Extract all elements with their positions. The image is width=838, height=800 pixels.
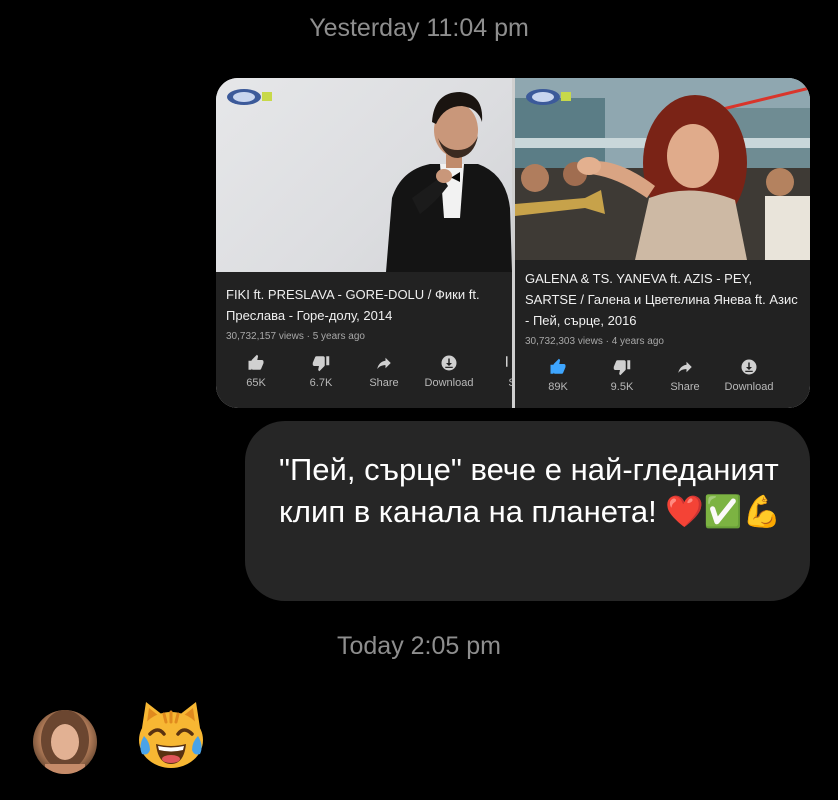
share-action: Share (653, 358, 717, 393)
video-thumbnail (216, 78, 512, 272)
dislike-action: 6.7K (289, 354, 353, 389)
share-arrow-icon (678, 361, 692, 373)
channel-logo-icon (526, 89, 571, 105)
share-label: Share (369, 377, 399, 389)
like-action: 89K (526, 358, 590, 393)
thumbs-down-icon (312, 356, 330, 372)
like-action: 65K (224, 354, 288, 389)
sender-avatar[interactable] (33, 710, 97, 774)
download-label: Download (724, 381, 774, 393)
save-action-partial: S (480, 354, 512, 389)
thumbs-up-icon (248, 354, 264, 370)
man-in-tuxedo-image (386, 92, 512, 272)
share-arrow-icon (377, 357, 391, 369)
thumbs-down-icon (613, 360, 631, 376)
video-actions: 65K 6.7K Share Download S (216, 354, 512, 394)
video-card-fiki-preslava: FIKI ft. PRESLAVA - GORE-DOLU / Фики ft.… (216, 78, 512, 408)
save-icon (506, 356, 508, 367)
save-label: S (480, 377, 512, 389)
dislike-count: 9.5K (610, 381, 634, 393)
timestamp-today: Today 2:05 pm (337, 632, 501, 660)
video-card-galena-yaneva-azis: GALENA & TS. YANEVA ft. AZIS - PEY, SART… (515, 78, 810, 408)
like-count: 89K (548, 381, 568, 393)
dislike-action: 9.5K (590, 358, 654, 393)
download-action: Download (717, 358, 781, 393)
like-count: 65K (246, 377, 266, 389)
video-title: GALENA & TS. YANEVA ft. AZIS - PEY, SART… (525, 271, 798, 328)
timestamp-yesterday: Yesterday 11:04 pm (309, 14, 529, 42)
shared-screenshot-message[interactable]: FIKI ft. PRESLAVA - GORE-DOLU / Фики ft.… (216, 78, 810, 408)
video-thumbnail (515, 78, 810, 260)
download-icon (741, 359, 757, 375)
video-meta: 30,732,157 views · 5 years ago (226, 331, 365, 342)
cat-tears-of-joy-emoji-message[interactable] (134, 698, 208, 772)
video-info-panel: GALENA & TS. YANEVA ft. AZIS - PEY, SART… (515, 260, 810, 408)
share-label: Share (670, 381, 700, 393)
download-action: Download (417, 354, 481, 389)
dislike-count: 6.7K (309, 377, 333, 389)
message-text: "Пей, сърце" вече е най-гледаният клип в… (279, 452, 782, 529)
video-info-panel: FIKI ft. PRESLAVA - GORE-DOLU / Фики ft.… (216, 272, 512, 408)
download-icon (441, 355, 457, 371)
thumbs-up-icon (550, 358, 566, 374)
download-label: Download (424, 377, 474, 389)
cat-tears-of-joy-icon (139, 702, 203, 768)
video-title: FIKI ft. PRESLAVA - GORE-DOLU / Фики ft.… (226, 287, 480, 323)
video-meta: 30,732,303 views · 4 years ago (525, 336, 664, 347)
share-action: Share (352, 354, 416, 389)
video-actions: 89K 9.5K Share Download (515, 358, 810, 398)
message-bubble[interactable]: "Пей, сърце" вече е най-гледаният клип в… (245, 421, 810, 601)
profile-photo (41, 710, 89, 774)
